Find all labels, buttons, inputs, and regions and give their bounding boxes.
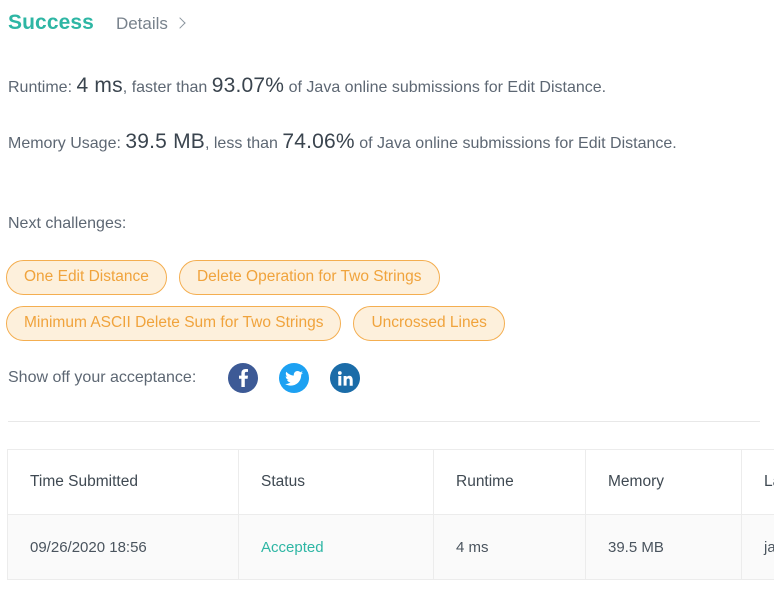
column-header-status[interactable]: Status — [238, 449, 434, 515]
details-link[interactable]: Details — [115, 14, 186, 34]
memory-value: 39.5 MB — [125, 130, 205, 153]
submission-result-page: Success Details Runtime: 4 ms, faster th… — [0, 0, 774, 612]
page-title: Success — [8, 11, 94, 34]
memory-middle: , less than — [204, 135, 278, 152]
memory-stat: Memory Usage: 39.5 MB, less than 74.06% … — [8, 128, 714, 158]
next-challenges-list: One Edit Distance Delete Operation for T… — [6, 260, 726, 341]
runtime-stat: Runtime: 4 ms, faster than 93.07% of Jav… — [8, 72, 714, 102]
column-header-memory[interactable]: Memory — [585, 449, 742, 515]
facebook-icon — [238, 369, 248, 387]
challenge-pill[interactable]: One Edit Distance — [6, 260, 167, 295]
table-header: Time Submitted Status Runtime Memory Lan… — [7, 449, 774, 515]
cell-runtime: 4 ms — [433, 514, 586, 580]
table-header-row: Time Submitted Status Runtime Memory Lan… — [7, 449, 774, 515]
runtime-value: 4 ms — [76, 74, 123, 97]
runtime-suffix: of Java online submissions for Edit Dist… — [288, 79, 607, 96]
runtime-prefix: Runtime: — [8, 79, 73, 96]
memory-suffix: of Java online submissions for Edit Dist… — [359, 135, 677, 152]
challenge-pill[interactable]: Minimum ASCII Delete Sum for Two Strings — [6, 306, 342, 341]
share-linkedin-button[interactable] — [330, 363, 361, 393]
table-body: 09/26/2020 18:56 Accepted 4 ms 39.5 MB j… — [7, 514, 774, 580]
cell-status: Accepted — [238, 514, 434, 580]
column-header-runtime[interactable]: Runtime — [433, 449, 586, 515]
twitter-icon — [285, 370, 304, 386]
submissions-table-wrapper: Time Submitted Status Runtime Memory Lan… — [7, 449, 774, 580]
challenge-pill[interactable]: Delete Operation for Two Strings — [178, 260, 440, 295]
column-header-language[interactable]: Language — [741, 449, 774, 515]
submissions-table: Time Submitted Status Runtime Memory Lan… — [7, 449, 774, 580]
section-divider — [8, 421, 760, 422]
status-accepted-link[interactable]: Accepted — [261, 539, 324, 556]
share-label: Show off your acceptance: — [8, 369, 197, 386]
memory-percentile: 74.06% — [282, 130, 355, 153]
details-link-label: Details — [115, 14, 168, 33]
chevron-right-icon — [174, 17, 186, 29]
next-challenges-label: Next challenges: — [8, 215, 127, 232]
share-row: Show off your acceptance: — [8, 363, 381, 393]
result-header: Success Details — [8, 11, 186, 35]
share-facebook-button[interactable] — [228, 363, 259, 393]
runtime-percentile: 93.07% — [211, 74, 285, 97]
cell-time-submitted: 09/26/2020 18:56 — [7, 514, 239, 580]
column-header-time-submitted[interactable]: Time Submitted — [7, 449, 239, 515]
share-twitter-button[interactable] — [279, 363, 310, 393]
challenge-pill[interactable]: Uncrossed Lines — [353, 306, 505, 341]
table-row: 09/26/2020 18:56 Accepted 4 ms 39.5 MB j… — [7, 514, 774, 580]
memory-prefix: Memory Usage: — [8, 135, 121, 152]
cell-memory: 39.5 MB — [585, 514, 742, 580]
linkedin-icon — [337, 370, 353, 386]
runtime-middle: , faster than — [122, 79, 208, 96]
cell-language: java — [741, 514, 774, 580]
